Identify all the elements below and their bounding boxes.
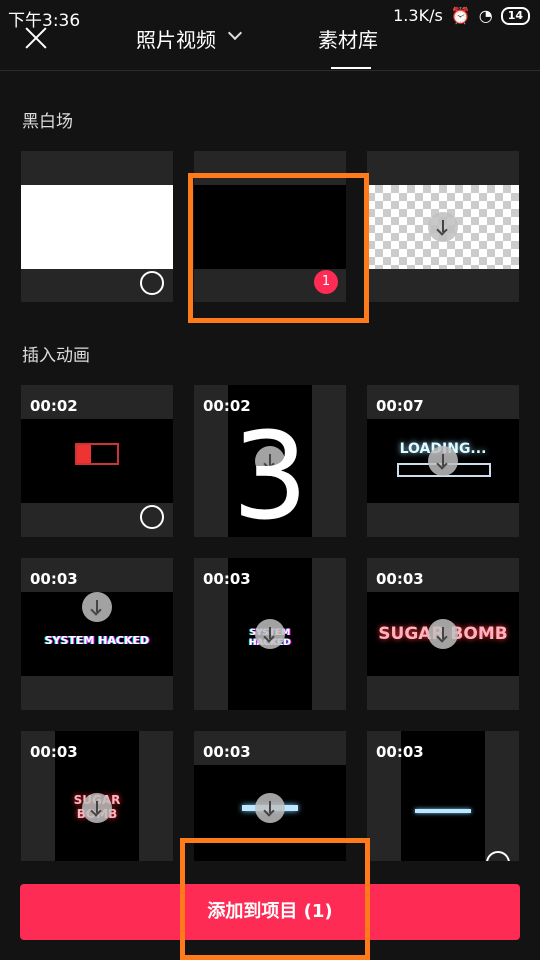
download-icon[interactable] [82, 592, 112, 622]
tab-library[interactable]: 素材库 [318, 24, 378, 53]
anim-tile-4[interactable]: SYSTEM HACKED 00:03 [21, 558, 173, 710]
close-icon[interactable] [24, 26, 48, 50]
anim-tile-7[interactable]: SUGAR BOMB 00:03 [21, 731, 173, 861]
clip-duration: 00:03 [203, 743, 251, 761]
anim-tile-9[interactable]: 00:03 [367, 731, 519, 861]
anim-tile-6[interactable]: SUGAR BOMB 00:03 [367, 558, 519, 710]
anim-tile-3[interactable]: LOADING... 00:07 [367, 385, 519, 537]
top-bar: 照片视频 素材库 [0, 18, 540, 69]
chevron-down-icon[interactable] [227, 25, 243, 41]
highlight-box-black-tile [188, 173, 369, 323]
select-circle[interactable] [140, 505, 164, 529]
select-circle[interactable] [140, 271, 164, 295]
select-circle[interactable] [486, 851, 510, 861]
divider [0, 70, 540, 71]
clip-duration: 00:03 [376, 743, 424, 761]
anim-tile-1[interactable]: 00:02 [21, 385, 173, 537]
clip-duration: 00:03 [30, 743, 78, 761]
highlight-box-add-button [180, 838, 370, 960]
section-title-anim: 插入动画 [22, 346, 90, 366]
overlay-number: 3 [232, 408, 309, 547]
clip-text: SYSTEM HACKED [44, 634, 150, 647]
active-tab-indicator [331, 67, 371, 69]
anim-tile-5[interactable]: SYSTEM HACKED 00:03 [194, 558, 346, 710]
download-icon[interactable] [255, 793, 285, 823]
clip-duration: 00:03 [30, 570, 78, 588]
clip-preview [21, 419, 173, 503]
download-icon[interactable] [428, 212, 458, 242]
download-icon[interactable] [428, 619, 458, 649]
bw-tile-white[interactable] [21, 151, 173, 302]
download-icon[interactable] [255, 619, 285, 649]
bw-tile-transparent[interactable] [367, 151, 519, 302]
clip-duration: 00:07 [376, 397, 424, 415]
section-title-bw: 黑白场 [22, 112, 73, 132]
clip-duration: 00:03 [376, 570, 424, 588]
white-clip [21, 185, 173, 269]
clip-duration: 00:03 [203, 570, 251, 588]
tab-photos-videos[interactable]: 照片视频 [136, 24, 216, 53]
download-icon[interactable] [82, 793, 112, 823]
download-icon[interactable] [428, 446, 458, 476]
battery-anim-icon [75, 443, 119, 465]
clip-duration: 00:02 [30, 397, 78, 415]
loading-bar [415, 809, 471, 813]
